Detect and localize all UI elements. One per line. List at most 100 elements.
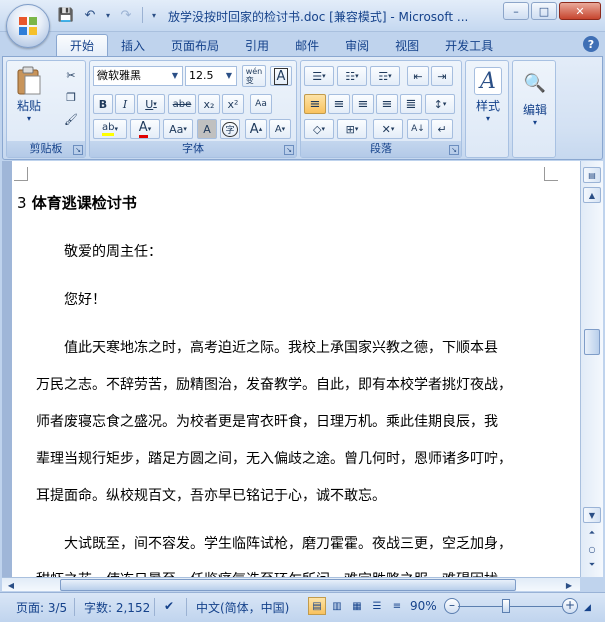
office-button[interactable] <box>6 4 50 48</box>
multilevel-list-button[interactable]: ☶ ▾ <box>370 66 400 86</box>
tab-references[interactable]: 引用 <box>232 34 282 56</box>
zoom-slider-track[interactable] <box>458 606 564 607</box>
undo-dropdown-icon[interactable]: ▾ <box>104 6 112 24</box>
numbering-button[interactable]: ☷ ▾ <box>337 66 367 86</box>
align-center-button[interactable]: ≡ <box>328 94 350 114</box>
styles-dropdown-icon: ▾ <box>485 114 490 123</box>
justify-button[interactable]: ≡ <box>376 94 398 114</box>
zoom-in-button[interactable]: + <box>562 598 578 614</box>
tab-insert[interactable]: 插入 <box>108 34 158 56</box>
word-count[interactable]: 字数: 2,152 <box>84 599 150 616</box>
clear-formatting-button[interactable]: Aa <box>250 94 272 114</box>
subscript-button[interactable]: x₂ <box>198 94 220 114</box>
font-launcher-icon[interactable]: ↘ <box>284 145 294 155</box>
print-layout-icon[interactable]: ▤ <box>308 597 326 615</box>
scroll-up-icon[interactable]: ▲ <box>583 187 601 203</box>
clipboard-group: 粘贴 ▾ ✂ ❐ 🖌 剪贴板 ↘ <box>6 60 86 158</box>
format-painter-button[interactable]: 🖌 <box>61 109 81 129</box>
font-name-dropdown-icon[interactable]: ▼ <box>169 68 181 84</box>
highlight-button[interactable]: ab ▾ <box>93 119 127 139</box>
increase-indent-button[interactable]: ⇥ <box>431 66 453 86</box>
superscript-button[interactable]: x² <box>222 94 244 114</box>
italic-button[interactable]: I <box>115 94 135 114</box>
borders-button[interactable]: ⊞ ▾ <box>337 119 367 139</box>
undo-icon[interactable]: ↶ <box>80 6 100 24</box>
language-indicator[interactable]: 中文(简体，中国) <box>196 599 289 616</box>
tab-page-layout[interactable]: 页面布局 <box>158 34 232 56</box>
vertical-scroll-thumb[interactable] <box>584 329 600 355</box>
bullets-button[interactable]: ☰ ▾ <box>304 66 334 86</box>
page-indicator[interactable]: 页面: 3/5 <box>16 599 67 616</box>
outline-icon[interactable]: ☰ <box>368 597 386 615</box>
help-icon[interactable]: ? <box>583 36 599 52</box>
line-spacing-button[interactable]: ↕ ▾ <box>425 94 455 114</box>
previous-page-icon[interactable]: ⏶ <box>583 525 601 541</box>
tab-mailings[interactable]: 邮件 <box>282 34 332 56</box>
strikethrough-button[interactable]: abe <box>168 94 196 114</box>
scroll-left-icon[interactable]: ◀ <box>4 579 18 591</box>
editing-button[interactable]: 🔍 编辑 ▾ <box>517 67 553 128</box>
bold-button[interactable]: B <box>93 94 113 114</box>
enclose-characters-button[interactable]: 字 <box>220 119 240 139</box>
minimize-button[interactable]: – <box>503 2 529 20</box>
decrease-indent-button[interactable]: ⇤ <box>407 66 429 86</box>
ribbon: 粘贴 ▾ ✂ ❐ 🖌 剪贴板 ↘ 微软雅黑 ▼ 12.5 ▼ wén 变 A B… <box>2 56 603 160</box>
zoom-slider-thumb[interactable] <box>501 599 510 613</box>
tab-developer[interactable]: 开发工具 <box>432 34 506 56</box>
document-page[interactable]: 3 体育逃课检讨书 敬爱的周主任： 您好！ 值此天寒地冻之时，高考迫近之际。我校… <box>12 161 580 577</box>
shading-button[interactable]: ◇ ▾ <box>304 119 334 139</box>
proofing-icon[interactable]: ✔ <box>164 599 174 613</box>
horizontal-scrollbar[interactable]: ◀ ▶ <box>2 577 580 591</box>
show-marks-button[interactable]: ↵ <box>431 119 453 139</box>
tab-view[interactable]: 视图 <box>382 34 432 56</box>
character-border-button[interactable]: A <box>270 66 292 86</box>
next-page-icon[interactable]: ⏷ <box>583 557 601 573</box>
align-left-button[interactable]: ≡ <box>304 94 326 114</box>
asian-layout-button[interactable]: ✕ ▾ <box>373 119 403 139</box>
styles-button[interactable]: A 样式 ▾ <box>470 67 506 123</box>
change-case-button[interactable]: Aa ▾ <box>163 119 193 139</box>
change-case-icon: Aa <box>169 122 184 136</box>
vertical-scrollbar[interactable]: ▤ ▲ ▼ ⏶ ○ ⏷ <box>580 161 603 577</box>
draft-icon[interactable]: ≡ <box>388 597 406 615</box>
paste-label: 粘贴 <box>16 99 41 113</box>
cut-button[interactable]: ✂ <box>61 65 81 85</box>
shrink-font-button[interactable]: A ▾ <box>269 119 291 139</box>
tab-home[interactable]: 开始 <box>56 34 109 56</box>
paste-button[interactable]: 粘贴 ▾ <box>11 65 47 123</box>
status-separator <box>74 598 75 616</box>
redo-icon[interactable]: ↷ <box>116 6 136 24</box>
zoom-level[interactable]: 90% <box>410 599 437 613</box>
paragraph-launcher-icon[interactable]: ↘ <box>449 145 459 155</box>
sort-button[interactable]: A↓ <box>407 119 429 139</box>
paint-bucket-icon: ◇ <box>313 122 322 136</box>
scroll-right-icon[interactable]: ▶ <box>562 579 576 591</box>
horizontal-scroll-thumb[interactable] <box>60 579 516 591</box>
customize-qat-icon[interactable]: ▾ <box>149 6 159 24</box>
view-ruler-icon[interactable]: ▤ <box>583 167 601 183</box>
grow-font-button[interactable]: A ▴ <box>245 119 267 139</box>
select-browse-object-icon[interactable]: ○ <box>583 541 601 557</box>
quick-access-toolbar: 💾 ↶ ▾ ↷ ▾ <box>56 6 159 24</box>
font-name-combo[interactable]: 微软雅黑 ▼ <box>93 66 183 86</box>
save-icon[interactable]: 💾 <box>56 6 76 24</box>
clipboard-launcher-icon[interactable]: ↘ <box>73 145 83 155</box>
close-button[interactable]: ✕ <box>559 2 601 20</box>
paragraph-line: 万民之志。不辞劳苦，励精图治，发奋教学。自此，即有本校学者挑灯夜战， <box>36 377 512 393</box>
align-right-button[interactable]: ≡ <box>352 94 374 114</box>
font-size-dropdown-icon[interactable]: ▼ <box>223 68 235 84</box>
underline-icon: U <box>145 97 154 111</box>
scroll-down-icon[interactable]: ▼ <box>583 507 601 523</box>
tab-review[interactable]: 审阅 <box>332 34 382 56</box>
character-shading-button[interactable]: A <box>197 119 217 139</box>
phonetic-guide-button[interactable]: wén 变 <box>242 65 266 87</box>
font-color-button[interactable]: A ▾ <box>130 119 160 139</box>
restore-button[interactable]: □ <box>531 2 557 20</box>
underline-button[interactable]: U ▾ <box>137 94 165 114</box>
copy-button[interactable]: ❐ <box>61 87 81 107</box>
distribute-button[interactable]: ≣ <box>400 94 422 114</box>
web-layout-icon[interactable]: ▦ <box>348 597 366 615</box>
full-screen-reading-icon[interactable]: ▥ <box>328 597 346 615</box>
resize-grip-icon[interactable]: ◢ <box>584 603 591 613</box>
font-size-combo[interactable]: 12.5 ▼ <box>185 66 237 86</box>
